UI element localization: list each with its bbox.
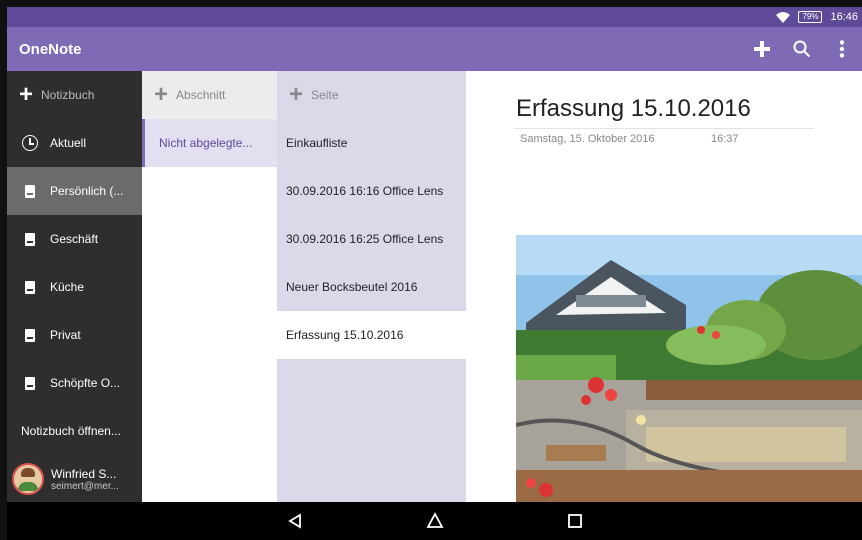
open-notebook-label: Notizbuch öffnen... bbox=[21, 424, 121, 438]
page-item-selected[interactable]: Erfassung 15.10.2016 bbox=[277, 311, 466, 359]
system-nav-bar bbox=[7, 502, 862, 540]
recents-icon[interactable] bbox=[505, 502, 645, 540]
page-time: 16:37 bbox=[711, 133, 739, 145]
notebook-item-aktuell[interactable]: Aktuell bbox=[7, 119, 142, 167]
add-section-button[interactable]: + Abschnitt bbox=[142, 71, 277, 119]
garden-photo[interactable] bbox=[516, 235, 862, 502]
page-item[interactable]: Einkaufliste bbox=[277, 119, 466, 167]
add-notebook-button[interactable]: + Notizbuch bbox=[7, 71, 142, 119]
add-notebook-label: Notizbuch bbox=[41, 88, 95, 102]
page-item[interactable]: 30.09.2016 16:25 Office Lens bbox=[277, 215, 466, 263]
notebook-icon bbox=[25, 280, 35, 294]
notebook-item-geschaeft[interactable]: Geschäft bbox=[7, 215, 142, 263]
open-notebook-button[interactable]: Notizbuch öffnen... bbox=[7, 407, 142, 455]
plus-icon: + bbox=[154, 81, 169, 108]
add-icon[interactable] bbox=[742, 27, 782, 71]
status-bar: 79% 16:46 bbox=[7, 7, 862, 27]
notebook-item-kueche[interactable]: Küche bbox=[7, 263, 142, 311]
page-label: Erfassung 15.10.2016 bbox=[286, 328, 404, 342]
add-section-label: Abschnitt bbox=[176, 88, 226, 102]
notebook-label: Aktuell bbox=[50, 136, 87, 150]
profile-name: Winfried S... bbox=[51, 466, 117, 481]
clock-time: 16:46 bbox=[830, 11, 858, 23]
notebook-label: Schöpfte O... bbox=[50, 376, 121, 390]
notebook-icon bbox=[25, 184, 35, 198]
notebook-item-schoepfte[interactable]: Schöpfte O... bbox=[7, 359, 142, 407]
section-panel: + Abschnitt Nicht abgelegte... bbox=[142, 71, 277, 502]
notebook-item-persoenlich[interactable]: Persönlich (... bbox=[7, 167, 142, 215]
plus-icon: + bbox=[289, 81, 304, 108]
page-label: 30.09.2016 16:16 Office Lens bbox=[286, 184, 444, 198]
notebook-label: Geschäft bbox=[50, 232, 99, 246]
app-title: OneNote bbox=[19, 40, 82, 58]
page-item[interactable]: 30.09.2016 16:16 Office Lens bbox=[277, 167, 466, 215]
back-icon[interactable] bbox=[225, 502, 365, 540]
notebook-item-privat[interactable]: Privat bbox=[7, 311, 142, 359]
page-title[interactable]: Erfassung 15.10.2016 bbox=[516, 95, 751, 123]
page-date: Samstag, 15. Oktober 2016 bbox=[520, 133, 655, 145]
page-panel: + Seite Einkaufliste 30.09.2016 16:16 Of… bbox=[277, 71, 466, 502]
notebook-label: Privat bbox=[50, 328, 81, 342]
section-item[interactable]: Nicht abgelegte... bbox=[142, 119, 277, 167]
wifi-icon bbox=[776, 11, 791, 23]
account-profile[interactable]: Winfried S... seimert@mer... bbox=[7, 456, 142, 502]
title-divider bbox=[514, 128, 814, 129]
page-label: Einkaufliste bbox=[286, 136, 348, 150]
clock-icon bbox=[22, 135, 38, 151]
add-page-label: Seite bbox=[311, 88, 339, 102]
notebook-label: Küche bbox=[50, 280, 85, 294]
notebook-icon bbox=[25, 328, 35, 342]
notebook-icon bbox=[25, 376, 35, 390]
app-bar: OneNote bbox=[7, 27, 862, 71]
notebook-panel: + Notizbuch Aktuell Persönlich (... Gesc… bbox=[7, 71, 142, 502]
home-icon[interactable] bbox=[365, 502, 505, 540]
add-page-button[interactable]: + Seite bbox=[277, 71, 466, 119]
avatar bbox=[12, 463, 44, 495]
notebook-icon bbox=[25, 232, 35, 246]
plus-icon: + bbox=[19, 81, 34, 108]
battery-indicator: 79% bbox=[798, 11, 823, 23]
note-canvas[interactable]: Erfassung 15.10.2016 Samstag, 15. Oktobe… bbox=[466, 71, 862, 502]
page-item[interactable]: Neuer Bocksbeutel 2016 bbox=[277, 263, 466, 311]
section-label: Nicht abgelegte... bbox=[159, 136, 253, 150]
overflow-menu-icon[interactable] bbox=[822, 27, 862, 71]
notebook-label: Persönlich (... bbox=[50, 184, 124, 198]
page-label: 30.09.2016 16:25 Office Lens bbox=[286, 232, 444, 246]
search-icon[interactable] bbox=[782, 27, 822, 71]
page-label: Neuer Bocksbeutel 2016 bbox=[286, 280, 418, 294]
profile-email: seimert@mer... bbox=[51, 480, 119, 492]
